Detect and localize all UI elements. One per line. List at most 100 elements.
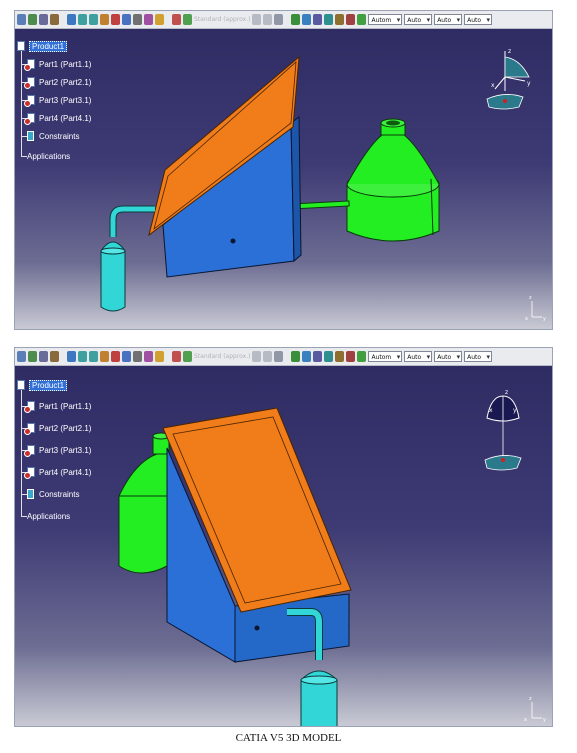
- swap-space-icon[interactable]: [144, 351, 153, 362]
- zoom-in-icon[interactable]: [78, 351, 87, 362]
- fit-all-icon[interactable]: [39, 14, 48, 25]
- water-tank[interactable]: [346, 118, 440, 242]
- tree-applications-label[interactable]: Applications: [27, 152, 70, 161]
- combo-auto-1[interactable]: Auto: [404, 351, 433, 363]
- tree-item-part3[interactable]: Part3 (Part3.1): [24, 443, 91, 457]
- iso-view-icon[interactable]: [111, 14, 120, 25]
- snap-icon[interactable]: [313, 14, 323, 25]
- catia-window-view-1: Standard (approx.) Autom Auto Auto Auto: [14, 10, 553, 330]
- search-icon[interactable]: [274, 14, 284, 25]
- inlet-pipe[interactable]: [109, 205, 155, 237]
- pan-icon[interactable]: [50, 351, 59, 362]
- tree-item-part4[interactable]: Part4 (Part4.1): [24, 465, 91, 479]
- combo-auto-3[interactable]: Auto: [464, 14, 493, 26]
- tree-item-constraints[interactable]: Constraints: [27, 129, 79, 143]
- enovia-icon[interactable]: [172, 14, 181, 25]
- normal-view-icon[interactable]: [100, 14, 109, 25]
- toolbar: Standard (approx.) Autom Auto Auto Auto: [15, 11, 552, 29]
- select-icon[interactable]: [17, 14, 26, 25]
- tree-constraints-label[interactable]: Constraints: [39, 490, 79, 499]
- combo-autom[interactable]: Autom: [368, 351, 403, 363]
- material-icon[interactable]: [291, 351, 301, 362]
- tree-root[interactable]: Product1: [17, 39, 68, 53]
- constraint-icon[interactable]: [302, 14, 312, 25]
- tree-constraints-label[interactable]: Constraints: [39, 132, 79, 141]
- hide-show-icon[interactable]: [133, 14, 142, 25]
- combo-auto-3[interactable]: Auto: [464, 351, 493, 363]
- zoom-out-icon[interactable]: [89, 351, 98, 362]
- combo-auto-2[interactable]: Auto: [434, 14, 463, 26]
- tree-part-label[interactable]: Part4 (Part4.1): [39, 114, 91, 123]
- tree-item-part3[interactable]: Part3 (Part3.1): [24, 93, 91, 107]
- tree-item-applications[interactable]: Applications: [27, 509, 70, 523]
- tree-part-label[interactable]: Part1 (Part1.1): [39, 60, 91, 69]
- clash-icon[interactable]: [346, 351, 356, 362]
- constraint-icon[interactable]: [302, 351, 312, 362]
- storage-cylinder[interactable]: [100, 241, 126, 312]
- tree-item-applications[interactable]: Applications: [27, 149, 70, 163]
- tree-item-constraints[interactable]: Constraints: [27, 487, 79, 501]
- tree-item-part1[interactable]: Part1 (Part1.1): [24, 57, 91, 71]
- explode-icon[interactable]: [335, 14, 345, 25]
- iso-view-icon[interactable]: [111, 351, 120, 362]
- hide-show-icon[interactable]: [133, 351, 142, 362]
- zoom-in-icon[interactable]: [78, 14, 87, 25]
- combo-auto-2[interactable]: Auto: [434, 351, 463, 363]
- tree-part-label[interactable]: Part3 (Part3.1): [39, 96, 91, 105]
- rotate-icon[interactable]: [67, 351, 76, 362]
- measure-icon[interactable]: [183, 14, 192, 25]
- manipulate-icon[interactable]: [324, 351, 334, 362]
- tree-part-label[interactable]: Part2 (Part2.1): [39, 78, 91, 87]
- tree-applications-label[interactable]: Applications: [27, 512, 70, 521]
- search-icon[interactable]: [274, 351, 284, 362]
- constraints-icon: [27, 131, 37, 141]
- render-style-icon[interactable]: [122, 351, 131, 362]
- explode-icon[interactable]: [335, 351, 345, 362]
- normal-view-icon[interactable]: [100, 351, 109, 362]
- help-icon[interactable]: [263, 351, 273, 362]
- 3d-viewport[interactable]: z x y z x y Product1 Part1 (Part1.1) Par…: [15, 366, 552, 726]
- fit-all-icon[interactable]: [39, 351, 48, 362]
- rotate-icon[interactable]: [67, 14, 76, 25]
- compass-icon[interactable]: z x y: [484, 389, 522, 471]
- lighting-icon[interactable]: [155, 14, 164, 25]
- water-tank[interactable]: [118, 432, 170, 574]
- grid-icon[interactable]: [252, 351, 262, 362]
- storage-cylinder[interactable]: [300, 670, 338, 726]
- help-icon[interactable]: [263, 14, 273, 25]
- combo-autom[interactable]: Autom: [368, 14, 403, 26]
- update-icon[interactable]: [357, 14, 367, 25]
- tree-part-label[interactable]: Part1 (Part1.1): [39, 402, 91, 411]
- tree-item-part4[interactable]: Part4 (Part4.1): [24, 111, 91, 125]
- update-icon[interactable]: [357, 351, 367, 362]
- part-icon: [24, 467, 37, 479]
- fly-mode-icon[interactable]: [28, 351, 37, 362]
- 3d-viewport[interactable]: z x y z x y Product1 Part1 (Part1.1) Par…: [15, 29, 552, 329]
- fly-mode-icon[interactable]: [28, 14, 37, 25]
- tree-item-part1[interactable]: Part1 (Part1.1): [24, 399, 91, 413]
- tree-part-label[interactable]: Part3 (Part3.1): [39, 446, 91, 455]
- snap-icon[interactable]: [313, 351, 323, 362]
- grid-icon[interactable]: [252, 14, 262, 25]
- swap-space-icon[interactable]: [144, 14, 153, 25]
- pan-icon[interactable]: [50, 14, 59, 25]
- tree-root[interactable]: Product1: [17, 378, 68, 392]
- render-style-icon[interactable]: [122, 14, 131, 25]
- enovia-icon[interactable]: [172, 351, 181, 362]
- measure-icon[interactable]: [183, 351, 192, 362]
- tree-root-label[interactable]: Product1: [29, 40, 68, 52]
- zoom-out-icon[interactable]: [89, 14, 98, 25]
- clash-icon[interactable]: [346, 14, 356, 25]
- tree-item-part2[interactable]: Part2 (Part2.1): [24, 421, 91, 435]
- tree-part-label[interactable]: Part4 (Part4.1): [39, 468, 91, 477]
- combo-auto-1[interactable]: Auto: [404, 14, 433, 26]
- tree-item-part2[interactable]: Part2 (Part2.1): [24, 75, 91, 89]
- manipulate-icon[interactable]: [324, 14, 334, 25]
- lighting-icon[interactable]: [155, 351, 164, 362]
- tree-part-label[interactable]: Part2 (Part2.1): [39, 424, 91, 433]
- select-icon[interactable]: [17, 351, 26, 362]
- product-icon: [17, 41, 27, 51]
- compass-icon[interactable]: z x y: [486, 48, 531, 110]
- material-icon[interactable]: [291, 14, 301, 25]
- tree-root-label[interactable]: Product1: [29, 379, 68, 391]
